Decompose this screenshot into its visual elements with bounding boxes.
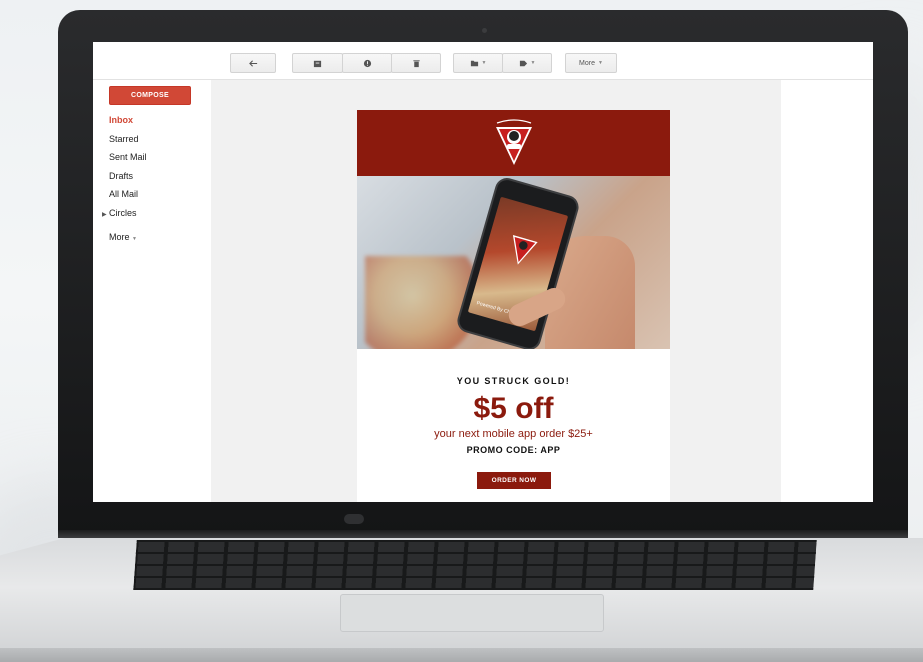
sidebar-item-starred[interactable]: Starred [109,134,139,144]
order-now-button[interactable]: ORDER NOW [477,472,551,489]
offer-detail: your next mobile app order $25+ [434,428,593,440]
chevron-down-icon: ▼ [132,236,137,242]
more-actions-label: More [579,59,595,67]
labels-button[interactable]: ▼ [502,53,552,73]
brand-logo [493,117,535,169]
mail-sidebar: COMPOSE Inbox Starred Sent Mail Drafts A… [93,80,211,502]
reply-icon [248,59,257,67]
email-body: Powered By ChowNow YOU STRUCK GOLD! $5 o… [357,110,670,502]
webcam [482,28,487,33]
spam-button[interactable] [342,53,392,73]
archive-button[interactable] [292,53,343,73]
mail-toolbar: ▼ ▼ More ▼ [93,42,873,80]
spam-icon [363,59,371,67]
laptop-keyboard [133,540,817,590]
email-header-banner [357,110,670,176]
archive-icon [313,60,322,67]
message-pane: Powered By ChowNow YOU STRUCK GOLD! $5 o… [211,80,781,502]
sidebar-more-label: More [109,232,130,242]
chevron-down-icon: ▼ [481,60,487,66]
sidebar-item-sent-mail[interactable]: Sent Mail [109,152,147,162]
promo-kicker: YOU STRUCK GOLD! [456,376,571,386]
laptop-base-edge [0,648,923,662]
folder-icon [470,60,478,66]
sidebar-item-all-mail[interactable]: All Mail [109,189,138,199]
chevron-down-icon: ▼ [598,60,603,66]
hero-image: Powered By ChowNow [357,176,670,349]
chevron-down-icon: ▼ [530,60,536,66]
laptop-hinge [58,530,908,538]
sidebar-item-inbox[interactable]: Inbox [109,115,133,125]
expand-arrow-icon[interactable]: ▶ [102,211,107,218]
right-pane [781,80,873,502]
promo-code: PROMO CODE: APP [466,445,561,455]
sidebar-item-circles[interactable]: Circles [109,208,137,218]
laptop-screen: ▼ ▼ More ▼ COMPOSE Inbox Starred Sent Ma… [93,42,873,502]
app-logo [512,235,538,265]
offer-headline: $5 off [473,392,554,425]
hinge-notch [344,514,364,524]
more-actions-button[interactable]: More ▼ [565,53,617,73]
reply-button[interactable] [230,53,276,73]
label-icon [519,60,527,66]
compose-button[interactable]: COMPOSE [109,86,191,105]
sidebar-more[interactable]: More ▼ [109,232,137,242]
delete-button[interactable] [391,53,441,73]
sidebar-item-drafts[interactable]: Drafts [109,171,133,181]
move-to-button[interactable]: ▼ [453,53,503,73]
laptop-trackpad [340,594,604,632]
trash-icon [412,59,420,67]
